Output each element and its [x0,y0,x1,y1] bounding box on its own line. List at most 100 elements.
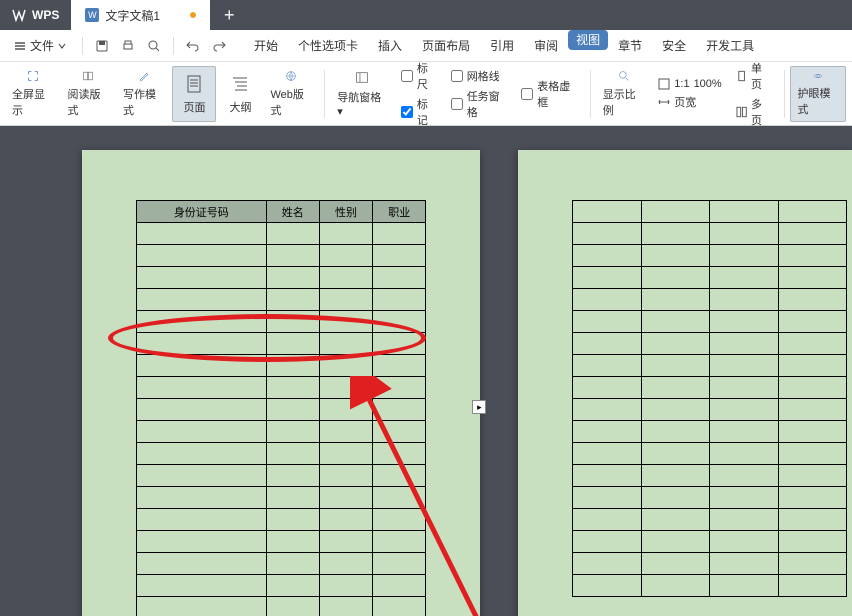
table-cell[interactable] [319,267,372,289]
table-cell[interactable] [573,421,642,443]
table-cell[interactable] [641,421,710,443]
fullscreen-button[interactable]: 全屏显示 [6,66,59,122]
table-cell[interactable] [710,531,779,553]
single-page-button[interactable]: 单页 [736,60,772,92]
zoom-100-button[interactable]: 1:1 100% [658,78,721,90]
table-row[interactable] [137,377,426,399]
table-cell[interactable] [710,575,779,597]
table-row[interactable] [137,575,426,597]
table-cell[interactable] [319,509,372,531]
table-row[interactable] [573,553,847,575]
table-cell[interactable] [778,377,847,399]
table-cell[interactable] [373,443,426,465]
table-cell[interactable] [137,553,267,575]
table-cell[interactable] [319,311,372,333]
tab-chapter[interactable]: 章节 [608,30,652,62]
table-cell[interactable] [319,245,372,267]
table-cell[interactable] [266,487,319,509]
table-row[interactable] [137,509,426,531]
table-cell[interactable] [778,487,847,509]
reading-mode-button[interactable]: 阅读版式 [61,66,114,122]
table-cell[interactable] [266,509,319,531]
print-button[interactable] [115,39,141,53]
table-cell[interactable] [573,377,642,399]
table-cell[interactable] [373,487,426,509]
table-cell[interactable] [573,487,642,509]
table-cell[interactable] [573,245,642,267]
table-cell[interactable] [137,487,267,509]
table-row[interactable] [573,355,847,377]
table-cell[interactable] [710,465,779,487]
table-cell[interactable] [137,311,267,333]
table-cell[interactable] [266,377,319,399]
table-row[interactable] [137,223,426,245]
table-cell[interactable] [710,267,779,289]
table-cell[interactable] [266,575,319,597]
table-cell[interactable] [710,399,779,421]
table-row[interactable] [573,377,847,399]
table-cell[interactable] [641,201,710,223]
table-cell[interactable] [778,245,847,267]
table-cell[interactable] [266,245,319,267]
table-cell[interactable] [778,355,847,377]
zoom-button[interactable]: 显示比例 [597,66,650,122]
table-cell[interactable] [266,267,319,289]
table-cell[interactable] [778,465,847,487]
table-cell[interactable] [266,421,319,443]
table-cell[interactable] [319,333,372,355]
table-cell[interactable] [373,509,426,531]
table-row[interactable] [573,399,847,421]
split-handle[interactable]: ▸ [472,400,486,414]
table-cell[interactable] [373,399,426,421]
table-cell[interactable] [319,553,372,575]
tab-view[interactable]: 视图 [568,30,608,50]
task-pane-checkbox[interactable]: 任务窗格 [451,88,508,120]
table-row[interactable] [573,289,847,311]
tab-references[interactable]: 引用 [480,30,524,62]
table-cell[interactable] [778,201,847,223]
table-cell[interactable] [137,531,267,553]
table-cell[interactable] [373,333,426,355]
document-page-2[interactable] [518,150,852,616]
table-cell[interactable] [778,267,847,289]
tab-review[interactable]: 审阅 [524,30,568,62]
tab-custom[interactable]: 个性选项卡 [288,30,368,62]
page-width-button[interactable]: 页宽 [658,94,721,110]
table-frame-checkbox[interactable]: 表格虚框 [521,78,578,110]
tab-start[interactable]: 开始 [244,30,288,62]
table-row[interactable] [573,443,847,465]
table-cell[interactable] [641,245,710,267]
table-cell[interactable] [778,531,847,553]
table-cell[interactable] [573,267,642,289]
table-cell[interactable] [778,311,847,333]
table-cell[interactable] [319,399,372,421]
table-cell[interactable] [266,333,319,355]
table-cell[interactable] [573,399,642,421]
table-cell[interactable] [573,465,642,487]
table-cell[interactable] [573,355,642,377]
table-cell[interactable] [710,509,779,531]
table-row[interactable] [573,223,847,245]
table-cell[interactable] [266,399,319,421]
table-cell[interactable] [373,267,426,289]
data-table-page2[interactable] [572,200,847,597]
table-cell[interactable] [373,531,426,553]
table-cell[interactable] [266,311,319,333]
table-row[interactable] [573,333,847,355]
table-row[interactable] [573,509,847,531]
table-cell[interactable] [137,421,267,443]
document-tab[interactable]: W 文字文稿1 [71,0,210,30]
table-cell[interactable] [319,597,372,616]
page-view-button[interactable]: 页面 [172,66,216,122]
app-badge[interactable]: WPS [0,0,71,30]
table-row[interactable] [137,443,426,465]
table-row[interactable] [137,553,426,575]
table-row[interactable] [137,531,426,553]
table-cell[interactable] [573,333,642,355]
table-cell[interactable] [710,487,779,509]
table-row[interactable] [573,531,847,553]
table-cell[interactable] [710,421,779,443]
table-cell[interactable] [137,377,267,399]
table-cell[interactable] [710,289,779,311]
table-row[interactable] [573,267,847,289]
